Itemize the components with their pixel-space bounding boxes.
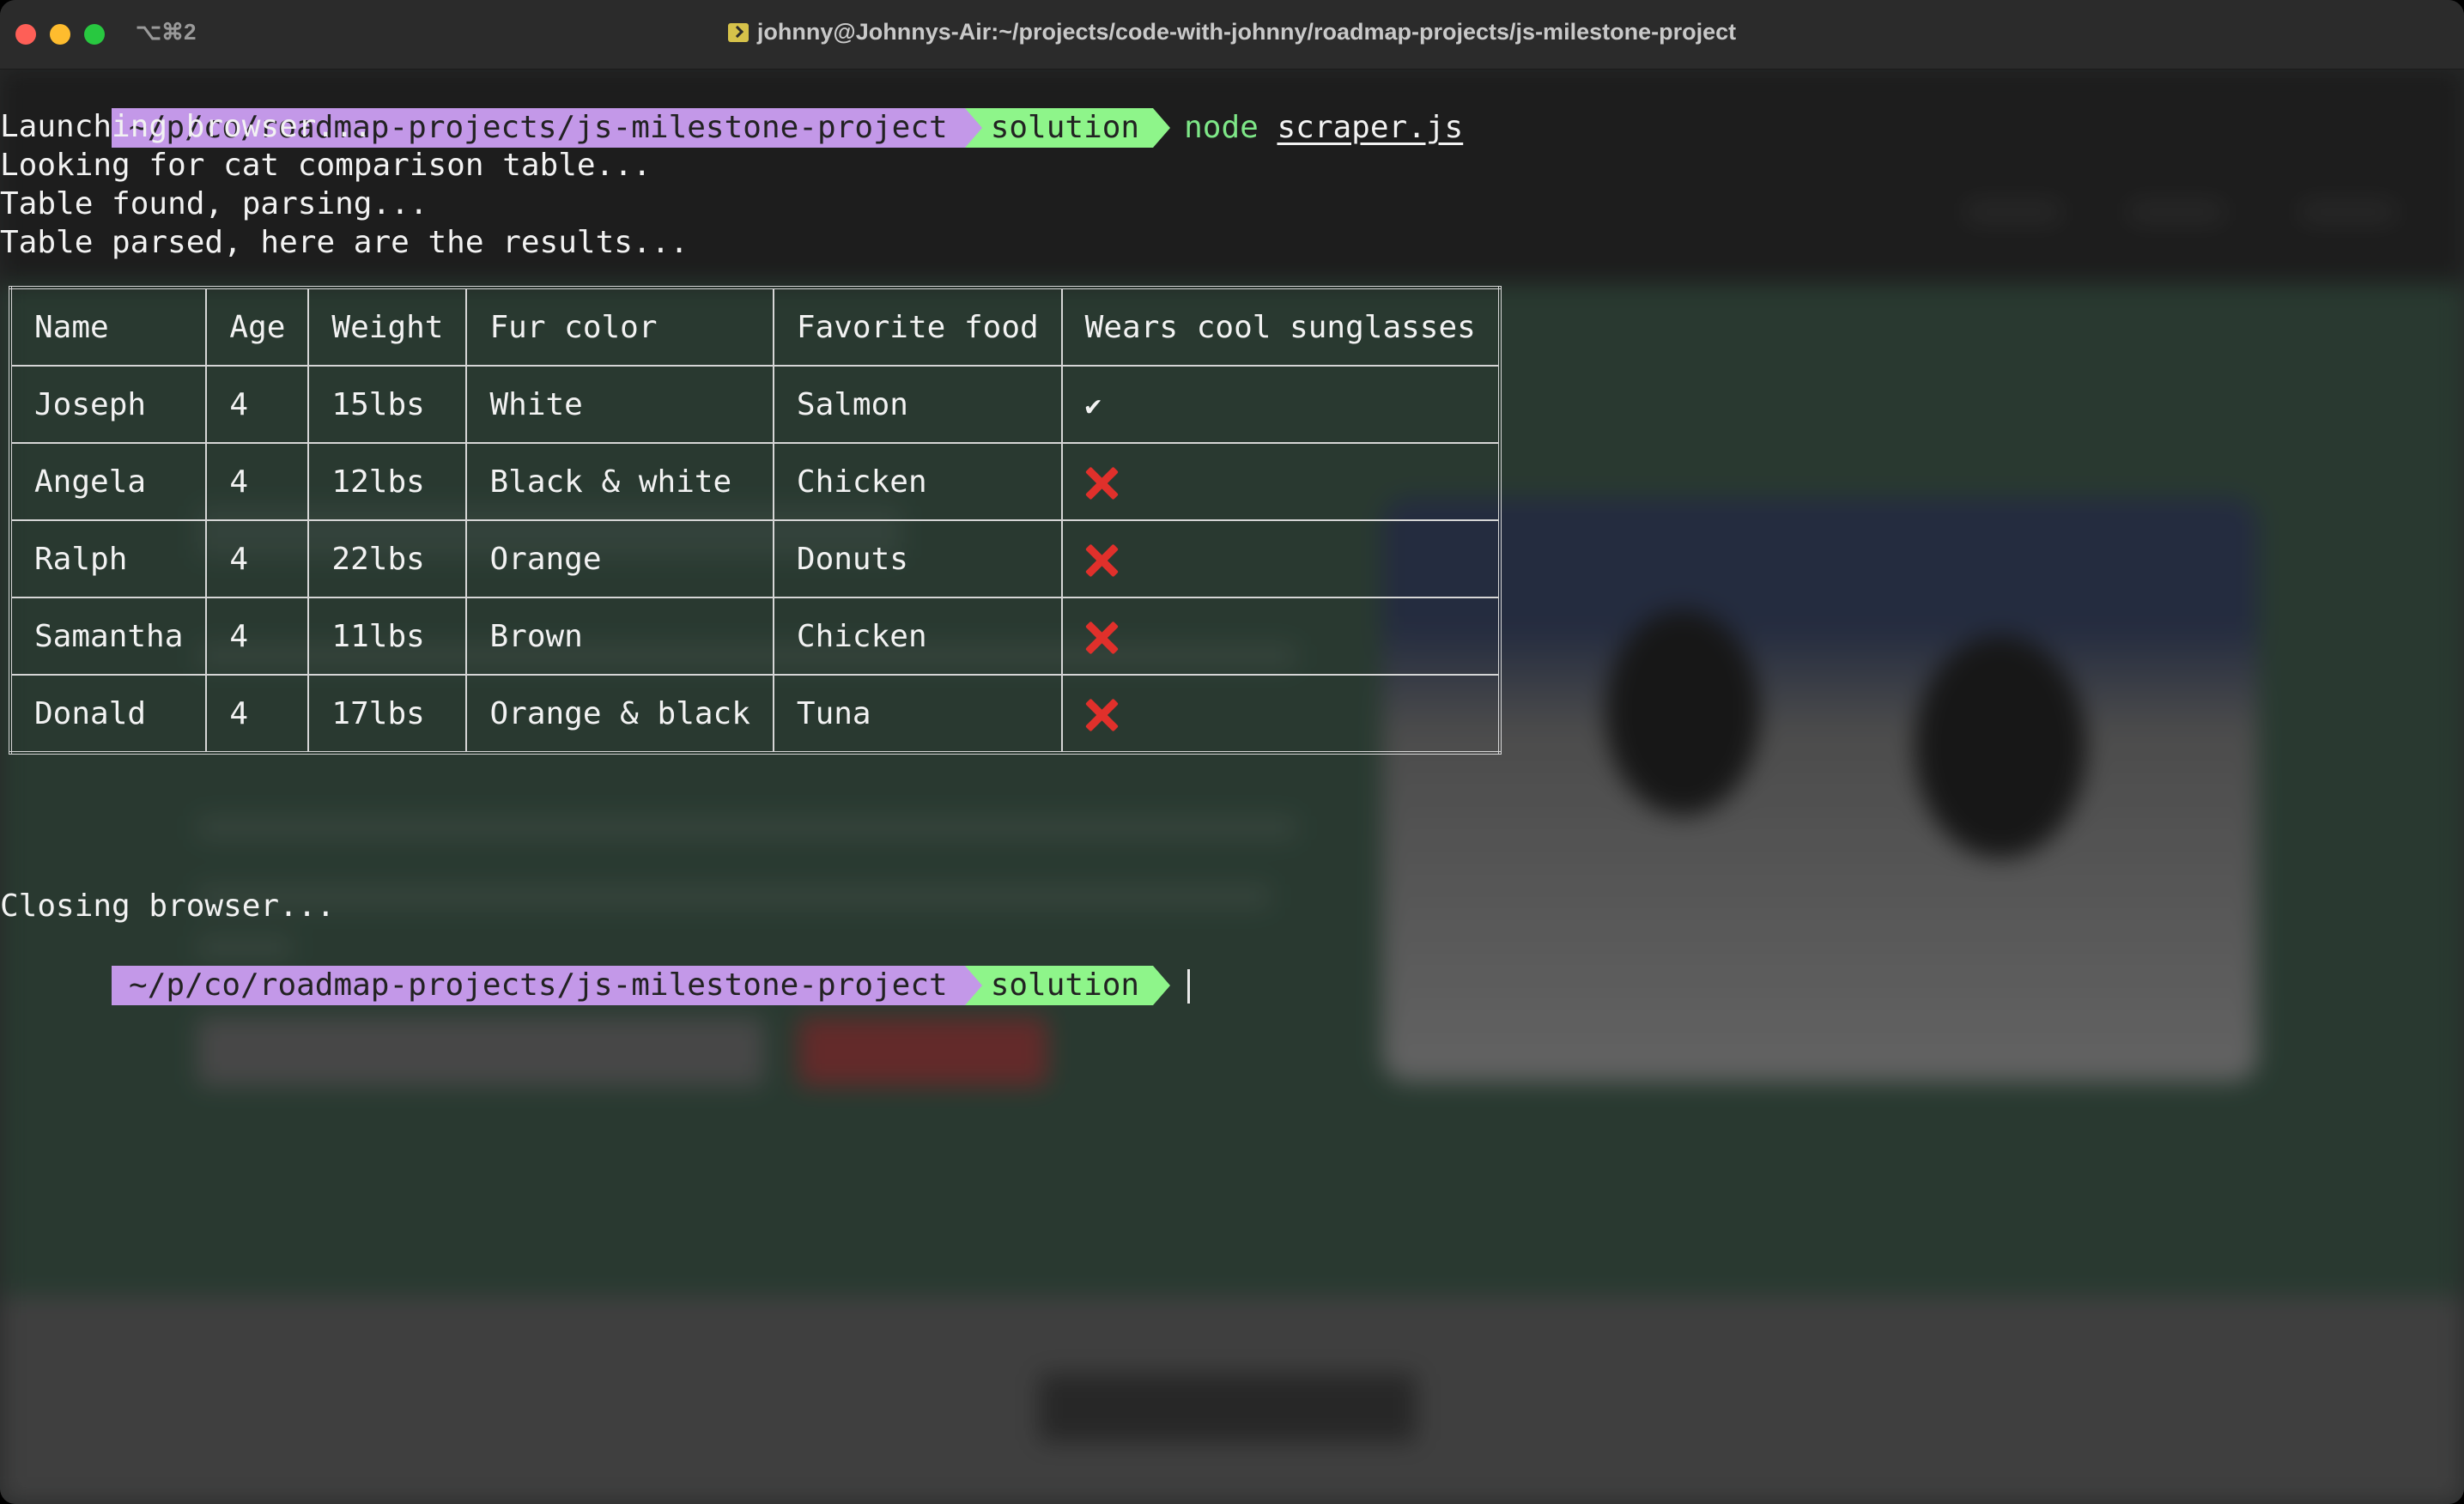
results-table: Name Age Weight Fur color Favorite food …: [9, 286, 1502, 755]
prompt-path: ~/p/co/roadmap-projects/js-milestone-pro…: [112, 966, 965, 1005]
cell-favorite-food: Salmon: [772, 365, 1063, 444]
text-cursor[interactable]: [1187, 969, 1191, 1004]
cell-favorite-food: Chicken: [772, 597, 1063, 676]
cell-weight: 12lbs: [307, 442, 468, 521]
window-title: johnny@Johnnys-Air:~/projects/code-with-…: [0, 19, 2464, 45]
table-row: Angela 4 12lbs Black & white Chicken: [9, 442, 1501, 521]
cross-mark-icon: [1085, 622, 1118, 654]
title-bar: ⌥⌘2 johnny@Johnnys-Air:~/projects/code-w…: [0, 0, 2464, 70]
cell-weight: 11lbs: [307, 597, 468, 676]
powerline-arrow-icon: [1153, 108, 1171, 148]
cell-age: 4: [205, 442, 310, 521]
cell-name: Ralph: [9, 519, 208, 598]
cell-favorite-food: Donuts: [772, 519, 1063, 598]
cell-name: Samantha: [9, 597, 208, 676]
output-line: Table found, parsing...: [0, 186, 428, 221]
cross-mark-icon: [1085, 699, 1118, 731]
cell-sunglasses: [1060, 597, 1501, 676]
cell-weight: 15lbs: [307, 365, 468, 444]
prompt-branch: solution: [964, 966, 1154, 1005]
cell-fur-color: White: [465, 365, 774, 444]
cell-favorite-food: Chicken: [772, 442, 1063, 521]
table-row: Samantha 4 11lbs Brown Chicken: [9, 597, 1501, 676]
column-header-weight: Weight: [307, 287, 468, 367]
terminal-window: ⌥⌘2 johnny@Johnnys-Air:~/projects/code-w…: [0, 0, 2464, 1504]
cell-sunglasses: [1060, 674, 1501, 754]
cell-fur-color: Black & white: [465, 442, 774, 521]
column-header-age: Age: [205, 287, 310, 367]
cell-fur-color: Brown: [465, 597, 774, 676]
powerline-separator-icon: [964, 108, 982, 148]
cross-mark-icon: [1085, 467, 1118, 500]
table-row: Joseph 4 15lbs White Salmon ✔: [9, 365, 1501, 444]
cell-sunglasses: [1060, 519, 1501, 598]
cell-name: Joseph: [9, 365, 208, 444]
column-header-sunglasses: Wears cool sunglasses: [1060, 287, 1501, 367]
cell-fur-color: Orange: [465, 519, 774, 598]
cell-fur-color: Orange & black: [465, 674, 774, 754]
powerline-separator-icon: [964, 966, 982, 1005]
output-line: Closing browser...: [0, 888, 336, 924]
column-header-favorite-food: Favorite food: [772, 287, 1063, 367]
prompt-line: ~/p/co/roadmap-projects/js-milestone-pro…: [0, 69, 1463, 148]
output-line: Launching browser...: [0, 109, 373, 144]
prompt-branch: solution: [964, 108, 1154, 148]
cell-age: 4: [205, 597, 310, 676]
column-header-fur-color: Fur color: [465, 287, 774, 367]
table-row: Ralph 4 22lbs Orange Donuts: [9, 519, 1501, 598]
cell-name: Donald: [9, 674, 208, 754]
cell-weight: 17lbs: [307, 674, 468, 754]
powerline-arrow-icon: [1153, 966, 1171, 1005]
column-header-name: Name: [9, 287, 208, 367]
cell-favorite-food: Tuna: [772, 674, 1063, 754]
output-line: Looking for cat comparison table...: [0, 148, 652, 183]
window-title-text: johnny@Johnnys-Air:~/projects/code-with-…: [756, 19, 1737, 45]
prompt-line: ~/p/co/roadmap-projects/js-milestone-pro…: [0, 926, 1191, 1005]
cell-name: Angela: [9, 442, 208, 521]
cell-sunglasses: ✔: [1060, 365, 1501, 444]
terminal-content[interactable]: ~/p/co/roadmap-projects/js-milestone-pro…: [0, 69, 2464, 1504]
checkmark-icon: ✔: [1084, 388, 1102, 421]
cross-mark-icon: [1085, 544, 1118, 577]
table-row: Donald 4 17lbs Orange & black Tuna: [9, 674, 1501, 754]
cell-age: 4: [205, 674, 310, 754]
table-header-row: Name Age Weight Fur color Favorite food …: [9, 287, 1501, 367]
cell-weight: 22lbs: [307, 519, 468, 598]
prompt-branch-label: solution: [990, 110, 1140, 145]
cell-age: 4: [205, 365, 310, 444]
output-line: Table parsed, here are the results...: [0, 225, 689, 260]
cell-sunglasses: [1060, 442, 1501, 521]
command-program: node: [1184, 110, 1259, 145]
prompt-branch-label: solution: [990, 967, 1140, 1003]
terminal-icon: [727, 23, 749, 42]
cell-age: 4: [205, 519, 310, 598]
command-argument: scraper.js: [1277, 110, 1464, 145]
